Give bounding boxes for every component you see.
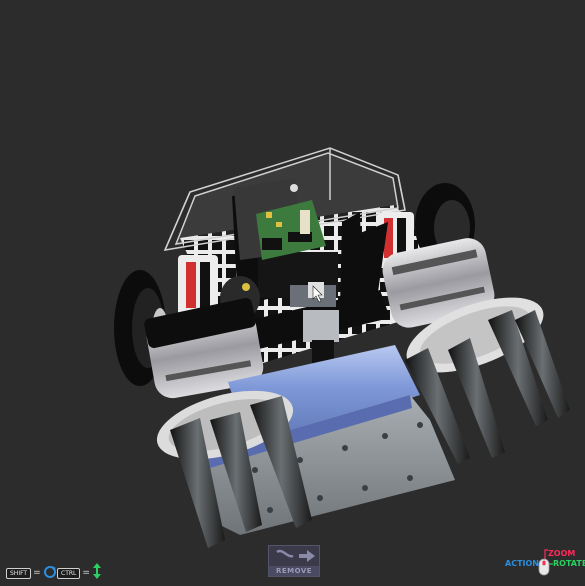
- ctrl-key: CTRL: [57, 567, 81, 579]
- action-label: ACTION: [505, 559, 539, 568]
- zoom-label: ZOOM: [548, 549, 576, 558]
- remove-button[interactable]: REMOVE: [268, 545, 320, 577]
- shift-key: SHIFT: [6, 567, 32, 579]
- equals-sign: =: [33, 568, 41, 578]
- equals-sign: =: [82, 568, 90, 578]
- rotate-circle-icon: [43, 564, 57, 583]
- shift-rotate-hint: SHIFT =: [6, 564, 57, 583]
- remove-label: REMOVE: [269, 566, 319, 576]
- robot-3d-model[interactable]: [0, 0, 585, 586]
- mouse-controls-legend: ZOOM ACTION ROTATE: [500, 546, 585, 582]
- 3d-viewport[interactable]: [0, 0, 585, 586]
- ctrl-move-hint: CTRL =: [57, 563, 102, 583]
- detach-arrow-icon: [269, 546, 319, 566]
- rotate-label: ROTATE: [553, 559, 585, 568]
- vertical-arrows-icon: [92, 563, 102, 583]
